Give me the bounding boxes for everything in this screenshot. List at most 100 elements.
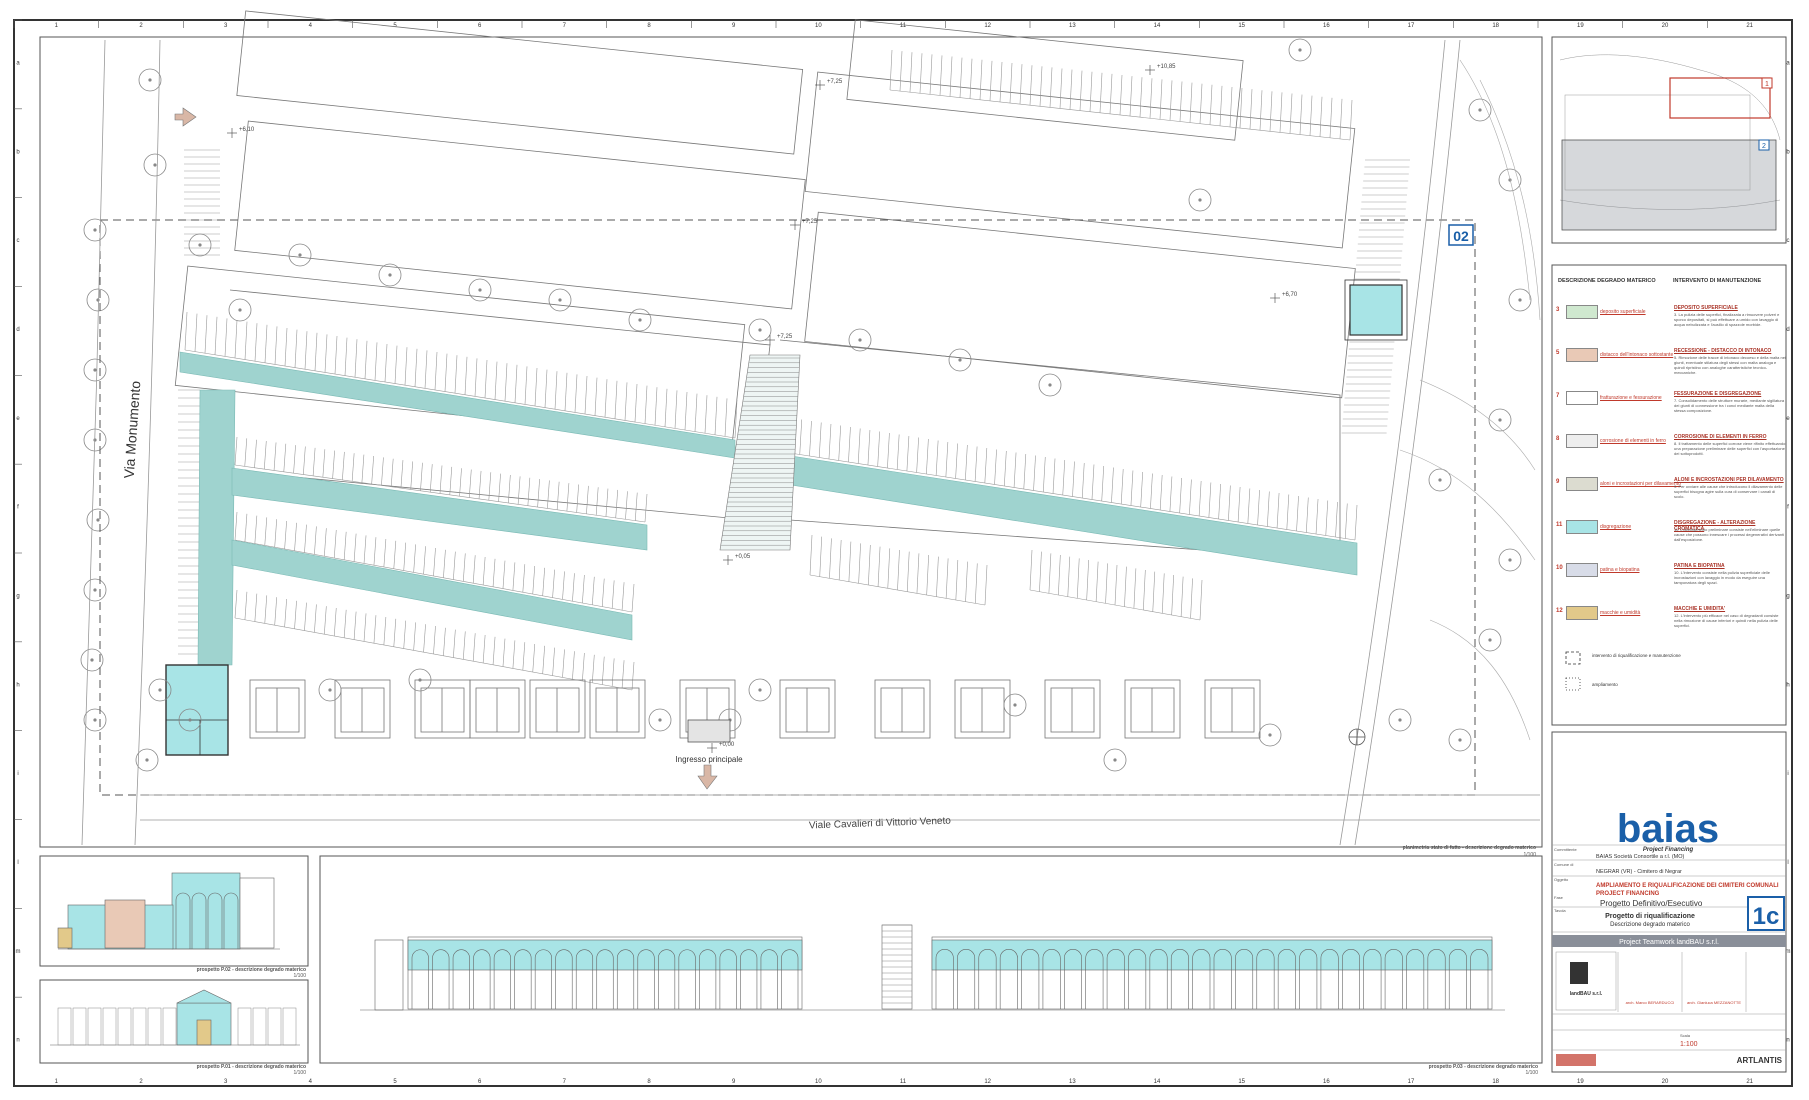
p02-caption: prospetto P.02 - descrizione degrado mat…: [197, 967, 306, 973]
grid-col-label: 2: [139, 23, 143, 29]
grid-col-label-bottom: 8: [647, 1079, 651, 1085]
legend-item: 9 aloni e incrostazioni per dilavamento AL…: [1556, 477, 1786, 517]
elevation-value: +6,10: [239, 127, 255, 133]
keymap-label-2: 2: [1762, 143, 1766, 150]
grid-row-label: b: [16, 149, 20, 155]
grid-row-label-right: h: [1786, 682, 1789, 688]
legend-label: patina e biopatina: [1600, 567, 1640, 573]
elevation-value: +10,85: [1157, 64, 1176, 70]
grid-col-label-bottom: 10: [815, 1079, 822, 1085]
grid-col-label: 11: [900, 23, 907, 29]
legend-label: distacco dell'intonaco sottostante: [1600, 352, 1674, 358]
legend-number: 11: [1556, 522, 1563, 528]
grid-col-label: 18: [1492, 23, 1499, 29]
grid-col-label-bottom: 9: [732, 1079, 736, 1085]
grid-col-label-bottom: 13: [1069, 1079, 1076, 1085]
elevation-value: +7,25: [777, 334, 793, 340]
grid-row-label: g: [16, 593, 19, 599]
legend-intervention-title: MACCHIE E UMIDITA': [1674, 606, 1726, 612]
grid-col-label-bottom: 15: [1238, 1079, 1245, 1085]
grid-col-label: 1: [55, 23, 59, 29]
legend-intervention-title: ALONI E INCROSTAZIONI PER DILAVAMENTO: [1674, 477, 1784, 483]
grid-col-label-bottom: 5: [393, 1079, 397, 1085]
entrance-gate: [687, 719, 731, 743]
legend-item: 11 disgregazione DISGREGAZIONE - ALTERAZIO…: [1556, 520, 1786, 560]
legend-intervention-text: 10. L'intervento consiste nella pulizia …: [1674, 570, 1770, 585]
grid-col-label-bottom: 3: [224, 1079, 228, 1085]
legend-intervention-text: 3. La pulizia delle superfici, finalizza…: [1674, 312, 1780, 327]
grid-row-label: f: [17, 505, 19, 511]
grid-col-label: 20: [1662, 23, 1669, 29]
oggetto-label: Oggetto: [1554, 877, 1569, 882]
legend-swatch: [1566, 305, 1598, 319]
legend-swatch: [1566, 391, 1598, 405]
grid-col-label: 4: [309, 23, 313, 29]
grid-col-label: 19: [1577, 23, 1584, 29]
keymap-label-1: 1: [1765, 81, 1769, 88]
logo-subtitle: Project Financing: [1643, 847, 1694, 853]
grid-col-label-bottom: 20: [1662, 1079, 1669, 1085]
legend-intervention-text: 5. Rimozione delle tracce di intonaco de…: [1674, 355, 1786, 375]
legend-dotted-label: ampliamento: [1592, 682, 1618, 687]
grid-col-label: 12: [984, 23, 991, 29]
sheet-code: 1c: [1753, 903, 1780, 930]
drawing-canvas: 1122334455667788991010111112121313141415…: [13, 10, 1793, 1087]
legend-intervention-text: 9. Per ovviare alle cause che introducon…: [1674, 484, 1783, 499]
grid-col-label: 21: [1746, 23, 1753, 29]
drawing-sheet: 1 1 2 2 3 3 4 4 5 5 6 6 7 7 8 8 9 9 10 10 11 11 12 12 13 13 14 14 15…: [0, 0, 1809, 1100]
grid-col-label: 15: [1238, 23, 1245, 29]
grid-row-label-right: a: [1786, 60, 1790, 66]
fase-label: Fase: [1554, 895, 1564, 900]
grid-col-label-bottom: 7: [563, 1079, 567, 1085]
grid-col-label-bottom: 14: [1154, 1079, 1161, 1085]
legend-dashed-label: intervento di riqualificazione e manuten…: [1592, 653, 1681, 658]
legend-item: 5 distacco dell'intonaco sottostante RECES…: [1556, 348, 1786, 388]
p03-scale: 1/100: [1525, 1070, 1538, 1076]
tavola-line-2: Descrizione degrado materico: [1610, 922, 1690, 928]
legend-header-left: DESCRIZIONE DEGRADO MATERICO: [1558, 278, 1656, 284]
grid-row-label-right: g: [1786, 593, 1789, 599]
legend-intervention-text: 7. Consolidamento delle strutture murari…: [1674, 398, 1785, 413]
grid-col-label: 16: [1323, 23, 1330, 29]
legend-number: 3: [1556, 307, 1560, 313]
grid-col-label: 7: [563, 23, 567, 29]
brand-label: ARTLANTIS: [1737, 1056, 1783, 1065]
legend-header-right: INTERVENTO DI MANUTENZIONE: [1673, 278, 1761, 284]
client-label: Committente: [1554, 847, 1577, 852]
legend-number: 10: [1556, 565, 1563, 571]
elevation-value: +7,25: [802, 219, 818, 225]
grid-row-label: d: [16, 327, 19, 333]
grid-row-label: c: [17, 238, 20, 244]
grid-col-label-bottom: 19: [1577, 1079, 1584, 1085]
elevation-value: +7,25: [827, 79, 843, 85]
elevation-value: +0,05: [735, 554, 751, 560]
grid-col-label: 14: [1154, 23, 1161, 29]
grid-row-label: a: [16, 60, 20, 66]
legend-label: fratturazione e fessurazione: [1600, 395, 1662, 401]
architect-2: arch. Gianluca MEZZANOTTE: [1687, 1000, 1741, 1005]
legend-swatch: [1566, 348, 1598, 362]
grid-row-label-right: d: [1786, 327, 1789, 333]
legend-label: corrosione di elementi in ferro: [1600, 438, 1666, 444]
grid-col-label: 13: [1069, 23, 1076, 29]
legend-intervention-title: PATINA E BIOPATINA: [1674, 563, 1725, 569]
grid-col-label: 17: [1408, 23, 1415, 29]
grid-col-label-bottom: 2: [139, 1079, 143, 1085]
grid-row-label-right: e: [1786, 416, 1790, 422]
legend-intervention-text: 8. Il trattamento delle superfici corros…: [1674, 441, 1786, 456]
legend-number: 9: [1556, 479, 1560, 485]
grid-row-label-right: l: [1787, 860, 1788, 866]
grid-col-label-bottom: 21: [1746, 1079, 1753, 1085]
grid-col-label-bottom: 17: [1408, 1079, 1415, 1085]
grid-col-label-bottom: 11: [900, 1079, 907, 1085]
legend-item: 12 macchie e umidità MACCHIE E UMIDITA' 12.…: [1556, 606, 1786, 646]
grid-row-label: e: [16, 416, 20, 422]
scale-value: 1:100: [1680, 1041, 1698, 1048]
legend-item: 8 corrosione di elementi in ferro CORROSIO…: [1556, 434, 1786, 474]
grid-row-label: n: [16, 1038, 19, 1044]
legend-intervention-title: RECESSIONE - DISTACCO DI INTONACO: [1674, 348, 1772, 354]
legend-intervention-title: DEPOSITO SUPERFICIALE: [1674, 305, 1738, 311]
grid-col-label-bottom: 6: [478, 1079, 482, 1085]
client-logo: baias: [1617, 807, 1719, 851]
grid-row-label: h: [16, 682, 19, 688]
